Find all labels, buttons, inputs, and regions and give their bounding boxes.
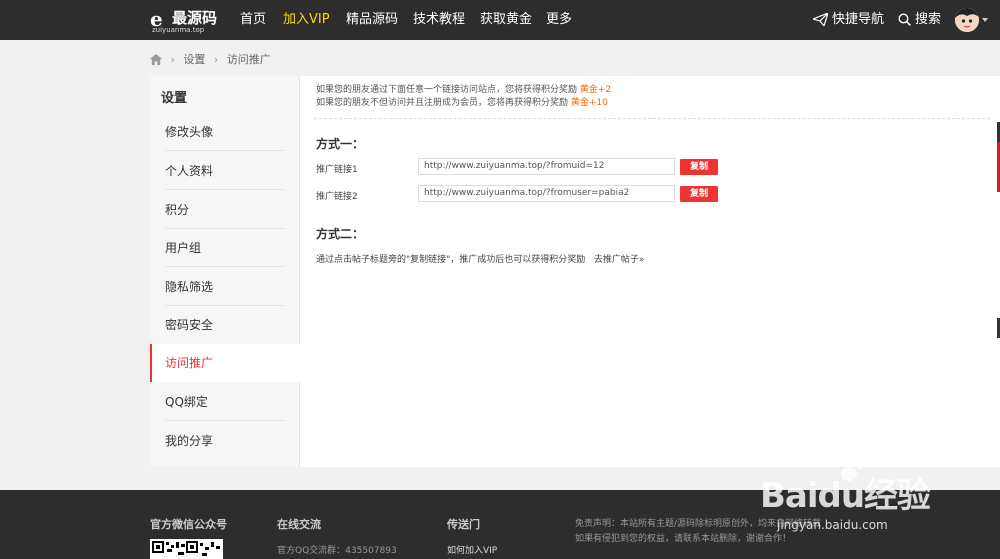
sidebar-item-label: 我的分享: [165, 434, 214, 448]
nav-home[interactable]: 首页: [240, 0, 266, 40]
footer-join-vip-link[interactable]: 如何加入VIP: [447, 543, 497, 556]
sidebar-item-usergroup[interactable]: 用户组: [150, 229, 300, 267]
sidebar-item-label: 积分: [165, 203, 190, 217]
nav-tech-tutorials[interactable]: 技术教程: [413, 0, 465, 40]
breadcrumb-separator: ›: [170, 52, 175, 66]
notice-line-2: 如果您的朋友不但访问并且注册成为会员，您将再获得积分奖励 黄金+10: [316, 97, 611, 110]
sidebar-item-label: 隐私筛选: [165, 280, 214, 294]
footer-disclaimer-2: 如果有侵犯到您的权益，请联系本站删除，谢谢合作！: [575, 534, 792, 544]
search-button[interactable]: 搜索: [898, 0, 941, 40]
sidebar-item-qq-binding[interactable]: QQ绑定: [150, 383, 300, 421]
home-icon[interactable]: [150, 53, 162, 65]
qr-code-icon: [152, 541, 220, 556]
promotion-panel: 如果您的朋友通过下面任意一个链接访问站点，您将获得积分奖励 黄金+2 如果您的朋…: [300, 76, 1000, 467]
footer-wechat-title: 官方微信公众号: [150, 518, 227, 531]
breadcrumb-settings[interactable]: 设置: [183, 53, 205, 66]
baidu-jingyan-watermark: Baidu经验 jingyan.baidu.com: [760, 454, 1000, 546]
reward-amount: 黄金+10: [570, 98, 608, 108]
sidebar-item-profile[interactable]: 个人资料: [150, 152, 300, 190]
avatar-face-icon: [955, 8, 979, 32]
sidebar-item-label: 修改头像: [165, 125, 214, 139]
reward-notice: 如果您的朋友通过下面任意一个链接访问站点，您将获得积分奖励 黄金+2 如果您的朋…: [316, 84, 611, 110]
watermark-text: Baidu经验: [760, 476, 931, 516]
logo-url: zuiyuanma.top: [152, 26, 205, 34]
nav-join-vip[interactable]: 加入VIP: [283, 0, 330, 40]
method-two-description: 通过点击帖子标题旁的"复制链接"，推广成功后也可以获得积分奖励 去推广帖子»: [316, 252, 644, 265]
promote-posts-link[interactable]: 去推广帖子»: [594, 255, 645, 265]
sidebar-item-label: 密码安全: [165, 318, 214, 332]
top-navbar: e 最源码 zuiyuanma.top 首页 加入VIP 精品源码 技术教程 获…: [0, 0, 1000, 40]
sidebar-item-my-shares[interactable]: 我的分享: [150, 422, 300, 460]
nav-get-gold[interactable]: 获取黄金: [480, 0, 532, 40]
copy-link1-button[interactable]: 复制: [680, 159, 718, 175]
breadcrumb-current: 访问推广: [226, 53, 271, 66]
notice-text: 如果您的朋友通过下面任意一个链接访问站点，您将获得积分奖励: [316, 85, 578, 95]
sidebar-item-label: 用户组: [165, 241, 202, 255]
nav-premium-source[interactable]: 精品源码: [346, 0, 398, 40]
link2-label: 推广链接2: [316, 192, 358, 202]
search-icon: [898, 13, 911, 26]
link1-field[interactable]: http://www.zuiyuanma.top/?fromuid=12: [418, 158, 675, 175]
sidebar-item-promotion[interactable]: 访问推广: [150, 344, 300, 382]
link2-field[interactable]: http://www.zuiyuanma.top/?fromuser=pabia…: [418, 185, 675, 202]
sidebar-item-points[interactable]: 积分: [150, 191, 300, 229]
method-two-text: 通过点击帖子标题旁的"复制链接"，推广成功后也可以获得积分奖励: [316, 255, 586, 265]
site-logo[interactable]: e 最源码 zuiyuanma.top: [150, 5, 222, 35]
nav-more[interactable]: 更多: [546, 0, 572, 40]
notice-text: 如果您的朋友不但访问并且注册成为会员，您将再获得积分奖励: [316, 98, 569, 108]
breadcrumb: › 设置 › 访问推广: [150, 51, 271, 67]
sidebar-item-label: QQ绑定: [165, 395, 208, 409]
settings-sidebar: 设置 修改头像 个人资料 积分 用户组 隐私筛选 密码安全 访问推广 QQ绑定 …: [150, 76, 300, 467]
notice-line-1: 如果您的朋友通过下面任意一个链接访问站点，您将获得积分奖励 黄金+2: [316, 84, 611, 97]
footer-portal-title: 传送门: [447, 518, 480, 531]
quick-nav-label: 快捷导航: [832, 12, 885, 27]
paper-plane-icon: [811, 11, 829, 28]
quick-nav-button[interactable]: 快捷导航: [811, 0, 885, 40]
footer-chat-title: 在线交流: [277, 518, 321, 531]
copy-link2-button[interactable]: 复制: [680, 186, 718, 202]
divider: [314, 118, 990, 119]
breadcrumb-separator: ›: [213, 52, 219, 66]
logo-name: 最源码: [172, 9, 218, 27]
sidebar-item-privacy[interactable]: 隐私筛选: [150, 268, 300, 306]
reward-amount: 黄金+2: [579, 85, 612, 95]
wechat-qr-code: [150, 539, 223, 559]
search-label: 搜索: [915, 12, 942, 27]
sidebar-item-avatar[interactable]: 修改头像: [150, 113, 300, 151]
sidebar-item-label: 访问推广: [165, 356, 214, 370]
sidebar-title: 设置: [161, 91, 188, 106]
method-two-title: 方式二：: [316, 227, 365, 241]
chevron-down-icon[interactable]: [982, 18, 988, 22]
sidebar-item-label: 个人资料: [165, 164, 214, 178]
sidebar-item-password[interactable]: 密码安全: [150, 306, 300, 344]
footer-qq-group: 官方QQ交流群：435507893: [277, 546, 397, 556]
method-one-title: 方式一：: [316, 137, 365, 151]
avatar[interactable]: [955, 8, 979, 32]
watermark-url: jingyan.baidu.com: [777, 518, 888, 532]
link1-label: 推广链接1: [316, 165, 358, 175]
